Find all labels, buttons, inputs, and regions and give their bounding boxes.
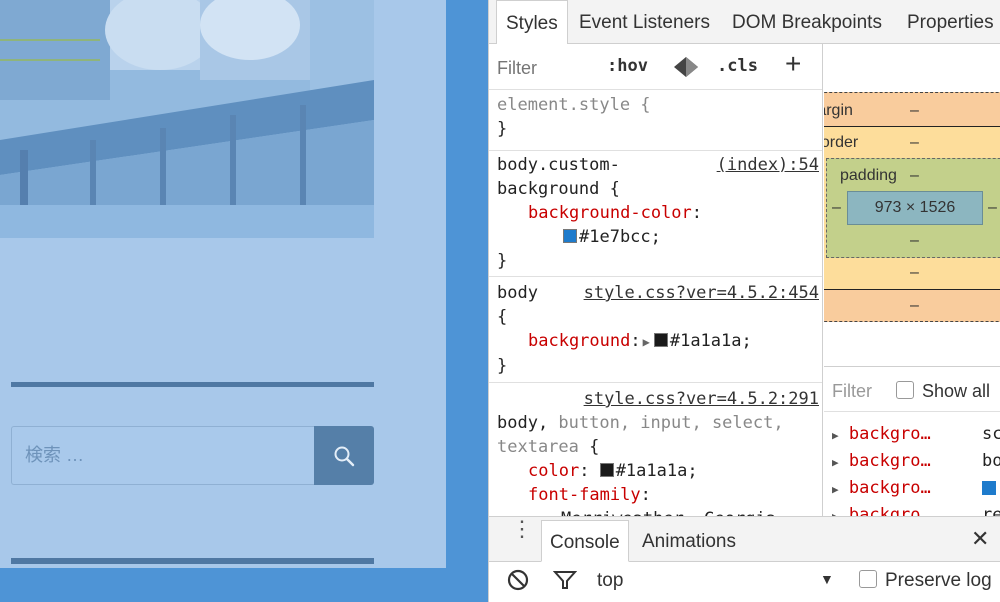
tab-styles[interactable]: Styles [496,0,568,45]
preserve-log-checkbox[interactable] [859,570,877,590]
color-swatch[interactable] [653,333,668,347]
style-rule: (index):54 body.custom- background { bac… [489,151,822,277]
hov-toggle[interactable]: :hov [607,56,648,76]
devtools-panel: Styles Event Listeners DOM Breakpoints P… [488,0,1000,602]
drawer-tabbar: ⋮ Console Animations ✕ [489,517,1000,562]
search-field[interactable] [11,426,315,485]
rule-close: } [497,251,508,271]
padding-right-value: – [988,199,997,216]
property-colon: : [630,331,641,351]
style-rule: style.css?ver=4.5.2:454 body { backgroun… [489,277,822,383]
styles-toolbar: :hov .cls + [489,44,822,90]
tab-properties[interactable]: Properties [907,0,994,44]
chevron-down-icon[interactable]: ▼ [820,571,834,587]
padding-left-value: – [832,199,841,216]
property-colon: : [579,461,590,481]
tab-console[interactable]: Console [541,520,629,562]
border-bottom-value: – [910,264,919,281]
property-name: font-family [528,485,641,505]
show-all-checkbox[interactable] [896,381,914,401]
property-name: color [528,461,580,481]
rule-source-link[interactable]: (index):54 [717,153,819,177]
header-photo [0,0,374,238]
close-icon[interactable]: ✕ [971,526,989,552]
page-content [0,0,446,568]
content-box: 973 × 1526 [847,191,983,225]
filter-icon[interactable] [552,569,578,596]
rule-close: } [497,356,508,376]
tab-animations[interactable]: Animations [642,520,736,562]
computed-toolbar: Filter Show all [824,366,1000,412]
show-all-label: Show all [922,381,991,401]
rule-close: } [497,119,508,139]
rule-selector: body, button, input, select, [497,413,784,433]
sidebar-tabbar: Styles Event Listeners DOM Breakpoints P… [489,0,1000,45]
paint-icon[interactable] [673,56,699,83]
preserve-log-label: Preserve log [885,570,992,591]
new-rule-button[interactable]: + [785,48,801,80]
tab-dom-breakpoints[interactable]: DOM Breakpoints [732,0,882,44]
rule-selector-cont: textarea { [497,437,600,457]
margin-label: margin [824,102,853,119]
search-button[interactable] [314,426,374,485]
drawer-menu-icon[interactable]: ⋮ [511,518,533,540]
margin-bottom-value: – [910,297,919,314]
property-colon: : [640,485,651,505]
color-swatch[interactable] [563,229,577,243]
computed-row[interactable]: ▶ backgro…re [832,503,1000,516]
border-top-value: – [910,134,919,151]
rule-property[interactable]: background-color: [497,201,822,225]
rule-value[interactable]: Merriweather, Georgia, [497,507,822,516]
console-toolbar: top ▼ Preserve log [489,562,1000,602]
styles-pane: :hov .cls + element.style { } (index):54… [489,44,823,516]
style-rule: element.style { } [489,91,822,151]
computed-row[interactable]: ▶ backgro… bo [832,449,1000,476]
rule-selector-cont: background { [497,179,620,199]
padding-top-value: – [910,167,919,184]
rule-source-link[interactable]: style.css?ver=4.5.2:454 [584,281,819,305]
computed-row[interactable]: ▶ backgro… [832,476,1000,503]
rule-property[interactable]: background: ▶ #1a1a1a; [497,329,822,354]
search-input[interactable] [12,427,315,484]
divider-top [11,382,374,387]
style-rule: style.css?ver=4.5.2:291 body, button, in… [489,383,822,516]
clear-console-icon[interactable] [507,569,529,596]
padding-label: padding [840,167,897,184]
rule-property[interactable]: color: #1a1a1a; [497,459,822,483]
color-swatch[interactable] [982,481,996,495]
tab-event-listeners[interactable]: Event Listeners [579,0,710,44]
rule-value[interactable]: #1e7bcc; [497,225,822,249]
color-swatch[interactable] [599,463,614,477]
padding-bottom-value: – [910,232,919,249]
property-value: #1a1a1a; [615,461,698,481]
property-name: background [528,331,631,351]
property-value: #1a1a1a; [669,331,752,351]
divider-bottom [11,558,374,564]
page-viewport [0,0,488,602]
context-selector[interactable]: top [597,570,623,592]
styles-filter-input[interactable] [497,56,592,80]
console-drawer: ⋮ Console Animations ✕ top ▼ Preserve lo… [489,516,1000,602]
box-model-pane: margin – border – padding – – 973 × 1526… [824,44,1000,516]
computed-filter-input[interactable]: Filter [832,381,872,402]
rule-open: { [497,307,508,327]
property-colon: : [691,203,703,223]
property-name: background-color [528,203,692,223]
margin-top-value: – [910,102,919,119]
cls-toggle[interactable]: .cls [717,56,758,76]
expand-triangle-icon[interactable]: ▶ [643,335,650,349]
property-value: #1e7bcc; [579,227,661,247]
computed-list: ▶ backgro…sc ▶ backgro…bo ▶ backgro… ▶ b… [832,422,1000,516]
rule-property[interactable]: font-family: [497,483,822,507]
rule-source-link[interactable]: style.css?ver=4.5.2:291 [584,387,819,411]
search-icon [334,446,355,466]
rule-selector: element.style { [497,95,651,115]
computed-row[interactable]: ▶ backgro… sc [832,422,1000,449]
border-label: border [824,134,859,151]
